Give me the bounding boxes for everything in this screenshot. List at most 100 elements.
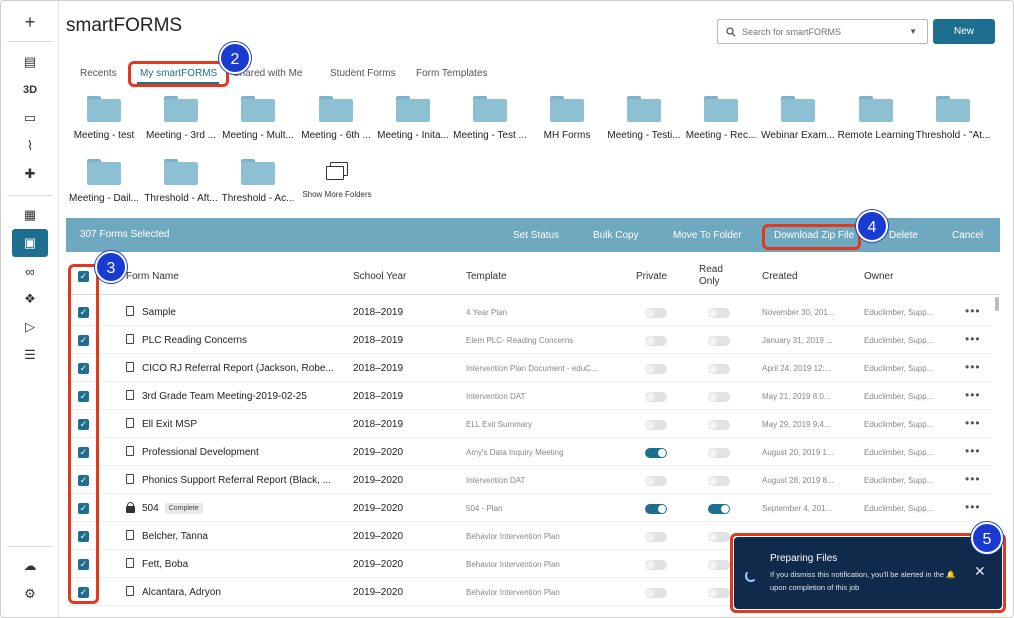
- tab-student-forms[interactable]: Student Forms: [330, 68, 396, 79]
- read-only-toggle[interactable]: [708, 420, 730, 430]
- read-only-toggle[interactable]: [708, 560, 730, 570]
- puzzle-icon[interactable]: ✚: [12, 160, 48, 188]
- read-only-toggle[interactable]: [708, 448, 730, 458]
- header-template[interactable]: Template: [466, 271, 507, 282]
- 3d-icon[interactable]: 3D: [12, 76, 48, 104]
- close-icon[interactable]: ✕: [974, 563, 986, 580]
- private-toggle[interactable]: [645, 588, 667, 598]
- chart-icon[interactable]: ⌇: [12, 132, 48, 160]
- more-options-icon[interactable]: •••: [965, 332, 981, 346]
- header-read-only[interactable]: Read Only: [699, 264, 723, 288]
- table-row[interactable]: ✓ CICO RJ Referral Report (Jackson, Robe.…: [66, 354, 992, 382]
- read-only-toggle[interactable]: [708, 504, 730, 514]
- table-row[interactable]: ✓ Phonics Support Referral Report (Black,…: [66, 466, 992, 494]
- new-button[interactable]: New: [933, 19, 995, 44]
- folder-item[interactable]: Meeting - test: [65, 96, 143, 141]
- folder-item[interactable]: Threshold - "At...: [914, 96, 992, 141]
- form-name-cell[interactable]: Ell Exit MSP: [142, 419, 342, 430]
- table-row[interactable]: ✓ PLC Reading Concerns 2018–2019 Elem PLC- …: [66, 326, 992, 354]
- folder-item[interactable]: Meeting - Testi...: [605, 96, 683, 141]
- form-name-cell[interactable]: Alcantara, Adryon: [142, 587, 342, 598]
- header-created[interactable]: Created: [762, 271, 798, 282]
- form-name-cell[interactable]: Sample: [142, 307, 342, 318]
- clipboard-icon[interactable]: ▣: [12, 229, 48, 257]
- private-toggle[interactable]: [645, 336, 667, 346]
- table-row[interactable]: ✓ Sample 2018–2019 4 Year Plan November 30, …: [66, 298, 992, 326]
- private-toggle[interactable]: [645, 364, 667, 374]
- network-icon[interactable]: ❖: [12, 285, 48, 313]
- more-options-icon[interactable]: •••: [965, 444, 981, 458]
- bulk-copy-button[interactable]: Bulk Copy: [593, 230, 639, 241]
- chevron-down-icon[interactable]: ▼: [909, 27, 917, 36]
- table-row[interactable]: ✓ Professional Development 2019–2020 Amy's …: [66, 438, 992, 466]
- delete-button[interactable]: Delete: [889, 230, 918, 241]
- plus-icon[interactable]: +: [12, 8, 48, 36]
- read-only-toggle[interactable]: [708, 588, 730, 598]
- monitor-icon[interactable]: ▭: [12, 104, 48, 132]
- gear-icon[interactable]: ⚙: [12, 580, 48, 608]
- private-toggle[interactable]: [645, 448, 667, 458]
- header-private[interactable]: Private: [636, 271, 667, 282]
- more-options-icon[interactable]: •••: [965, 416, 981, 430]
- cancel-button[interactable]: Cancel: [952, 230, 983, 241]
- read-only-toggle[interactable]: [708, 308, 730, 318]
- folder-item[interactable]: Meeting - Mult...: [219, 96, 297, 141]
- form-name-cell[interactable]: 3rd Grade Team Meeting-2019-02-25: [142, 391, 342, 402]
- form-name-cell[interactable]: Fett, Boba: [142, 559, 342, 570]
- cloud-upload-icon[interactable]: ☁: [12, 552, 48, 580]
- search-input[interactable]: [742, 26, 902, 37]
- folder-item[interactable]: Meeting - Rec...: [682, 96, 760, 141]
- calendar-icon[interactable]: ▦: [12, 201, 48, 229]
- search-box[interactable]: ▼: [717, 19, 928, 44]
- set-status-button[interactable]: Set Status: [513, 230, 559, 241]
- flag-icon[interactable]: ▷: [12, 313, 48, 341]
- private-toggle[interactable]: [645, 420, 667, 430]
- read-only-toggle[interactable]: [708, 532, 730, 542]
- folder-item[interactable]: Threshold - Aft...: [142, 159, 220, 204]
- folder-item[interactable]: Remote Learning: [837, 96, 915, 141]
- folder-item[interactable]: Meeting - Inita...: [374, 96, 452, 141]
- folder-item[interactable]: Meeting - Dail...: [65, 159, 143, 204]
- form-name-cell[interactable]: Belcher, Tanna: [142, 531, 342, 542]
- form-name-cell[interactable]: Professional Development: [142, 447, 342, 458]
- private-toggle[interactable]: [645, 560, 667, 570]
- form-name-cell[interactable]: 504 Complete: [142, 503, 342, 514]
- header-form-name[interactable]: Form Name: [126, 271, 179, 282]
- table-scrollbar[interactable]: [995, 297, 999, 311]
- private-toggle[interactable]: [645, 476, 667, 486]
- more-options-icon[interactable]: •••: [965, 360, 981, 374]
- folder-item[interactable]: MH Forms: [528, 96, 606, 141]
- header-school-year[interactable]: School Year: [353, 271, 406, 282]
- form-name-cell[interactable]: CICO RJ Referral Report (Jackson, Robe..…: [142, 363, 342, 374]
- read-only-toggle[interactable]: [708, 476, 730, 486]
- folder-item[interactable]: Meeting - 6th ...: [297, 96, 375, 141]
- table-row[interactable]: ✓ 504 Complete 2019–2020 504 - Plan September…: [66, 494, 992, 522]
- tab-form-templates[interactable]: Form Templates: [416, 68, 488, 79]
- more-options-icon[interactable]: •••: [965, 500, 981, 514]
- show-more-folders-button[interactable]: Show More Folders: [298, 162, 376, 199]
- more-options-icon[interactable]: •••: [965, 304, 981, 318]
- private-toggle[interactable]: [645, 504, 667, 514]
- move-to-folder-button[interactable]: Move To Folder: [673, 230, 742, 241]
- tab-recents[interactable]: Recents: [80, 68, 117, 79]
- more-options-icon[interactable]: •••: [965, 472, 981, 486]
- form-name-cell[interactable]: PLC Reading Concerns: [142, 335, 342, 346]
- folder-item[interactable]: Webinar Exam...: [759, 96, 837, 141]
- private-toggle[interactable]: [645, 392, 667, 402]
- folder-item[interactable]: Meeting - Test ...: [451, 96, 529, 141]
- private-toggle[interactable]: [645, 308, 667, 318]
- read-only-toggle[interactable]: [708, 336, 730, 346]
- id-card-icon[interactable]: ▤: [12, 48, 48, 76]
- read-only-toggle[interactable]: [708, 392, 730, 402]
- private-toggle[interactable]: [645, 532, 667, 542]
- table-row[interactable]: ✓ Ell Exit MSP 2018–2019 ELL Exit Summary Ma…: [66, 410, 992, 438]
- table-row[interactable]: ✓ 3rd Grade Team Meeting-2019-02-25 2018–2…: [66, 382, 992, 410]
- binoculars-icon[interactable]: ∞: [12, 257, 48, 285]
- more-options-icon[interactable]: •••: [965, 388, 981, 402]
- checklist-icon[interactable]: ☰: [12, 341, 48, 369]
- header-owner[interactable]: Owner: [864, 271, 893, 282]
- folder-item[interactable]: Meeting - 3rd ...: [142, 96, 220, 141]
- read-only-toggle[interactable]: [708, 364, 730, 374]
- folder-item[interactable]: Threshold - Ac...: [219, 159, 297, 204]
- form-name-cell[interactable]: Phonics Support Referral Report (Black, …: [142, 475, 342, 486]
